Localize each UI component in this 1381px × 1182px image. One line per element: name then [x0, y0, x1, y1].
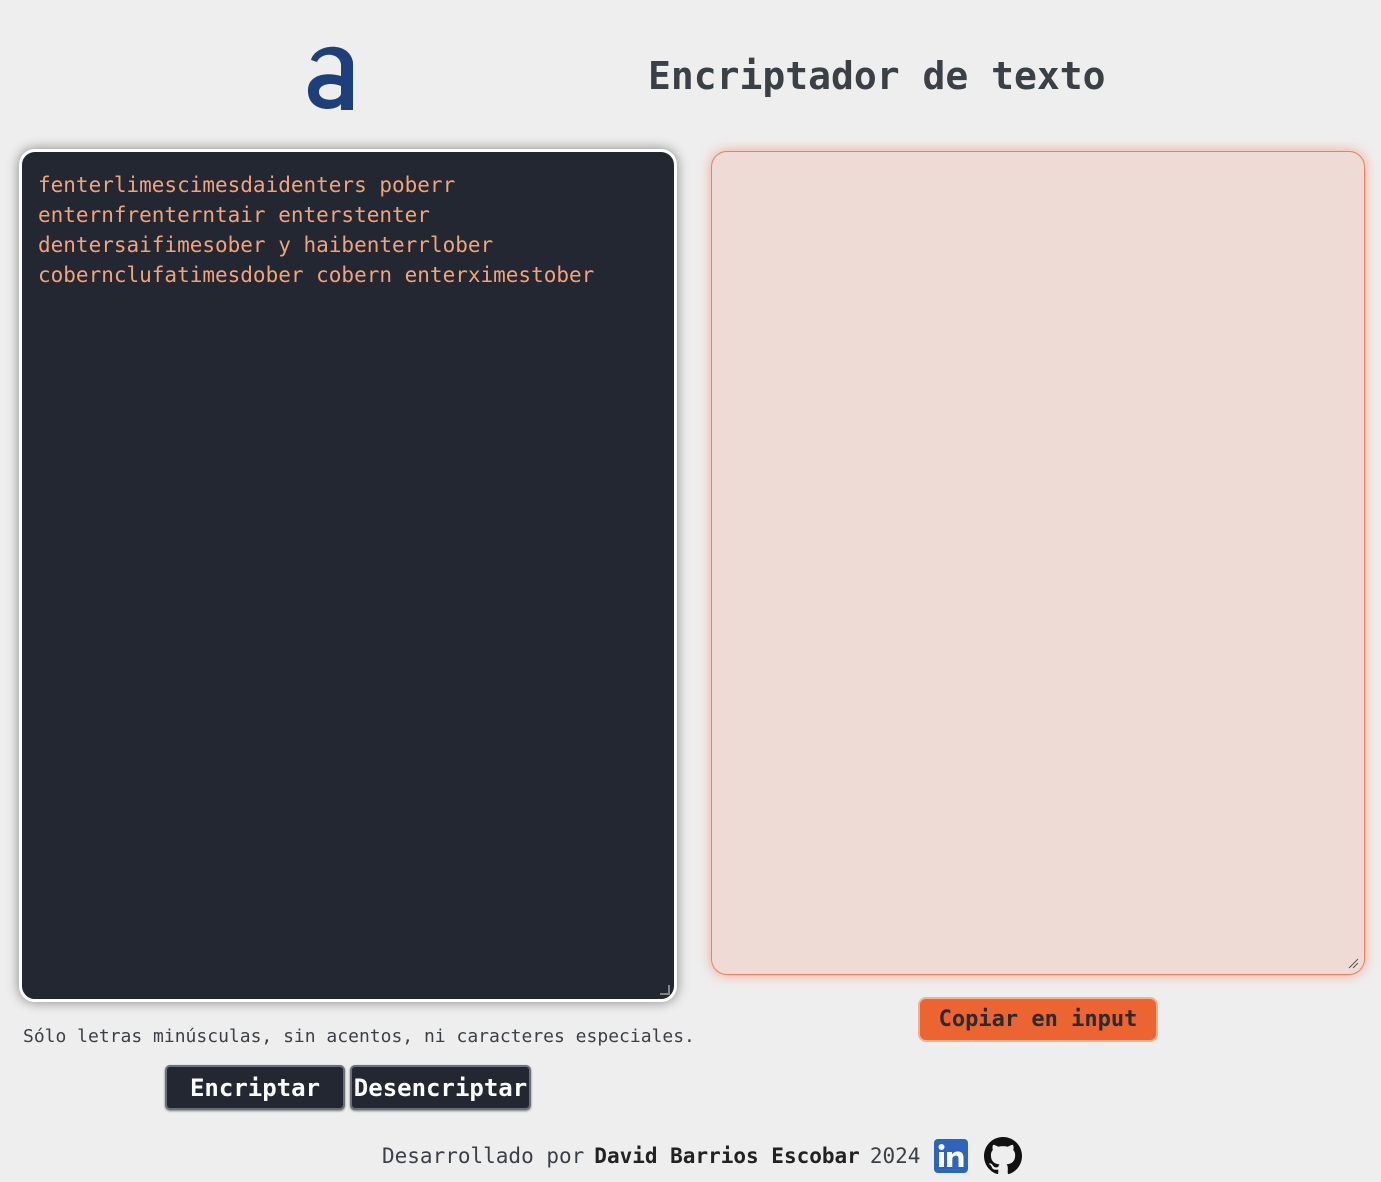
footer: Desarrollado por David Barrios Escobar 2… — [382, 1136, 1023, 1176]
alura-a-logo-icon — [307, 46, 353, 110]
linkedin-icon[interactable] — [934, 1139, 969, 1173]
footer-prefix: Desarrollado por — [382, 1144, 585, 1168]
footer-year: 2024 — [869, 1144, 921, 1168]
header: Encriptador de texto — [0, 0, 1381, 140]
resize-handle-icon[interactable] — [1347, 957, 1359, 969]
text-output[interactable] — [712, 152, 1364, 974]
footer-author: David Barrios Escobar — [594, 1144, 860, 1168]
input-hint: Sólo letras minúsculas, sin acentos, ni … — [23, 1026, 695, 1047]
copy-button[interactable]: Copiar en input — [918, 997, 1158, 1042]
text-input[interactable]: fenterlimescimesdaidenters poberr entern… — [22, 152, 674, 999]
input-panel: fenterlimescimesdaidenters poberr entern… — [19, 149, 677, 1002]
page-title: Encriptador de texto — [648, 54, 1106, 98]
output-panel — [711, 151, 1365, 975]
decrypt-button[interactable]: Desencriptar — [350, 1065, 531, 1110]
github-icon[interactable] — [984, 1137, 1023, 1175]
resize-handle-icon[interactable] — [660, 985, 670, 995]
encrypt-button[interactable]: Encriptar — [165, 1065, 345, 1110]
